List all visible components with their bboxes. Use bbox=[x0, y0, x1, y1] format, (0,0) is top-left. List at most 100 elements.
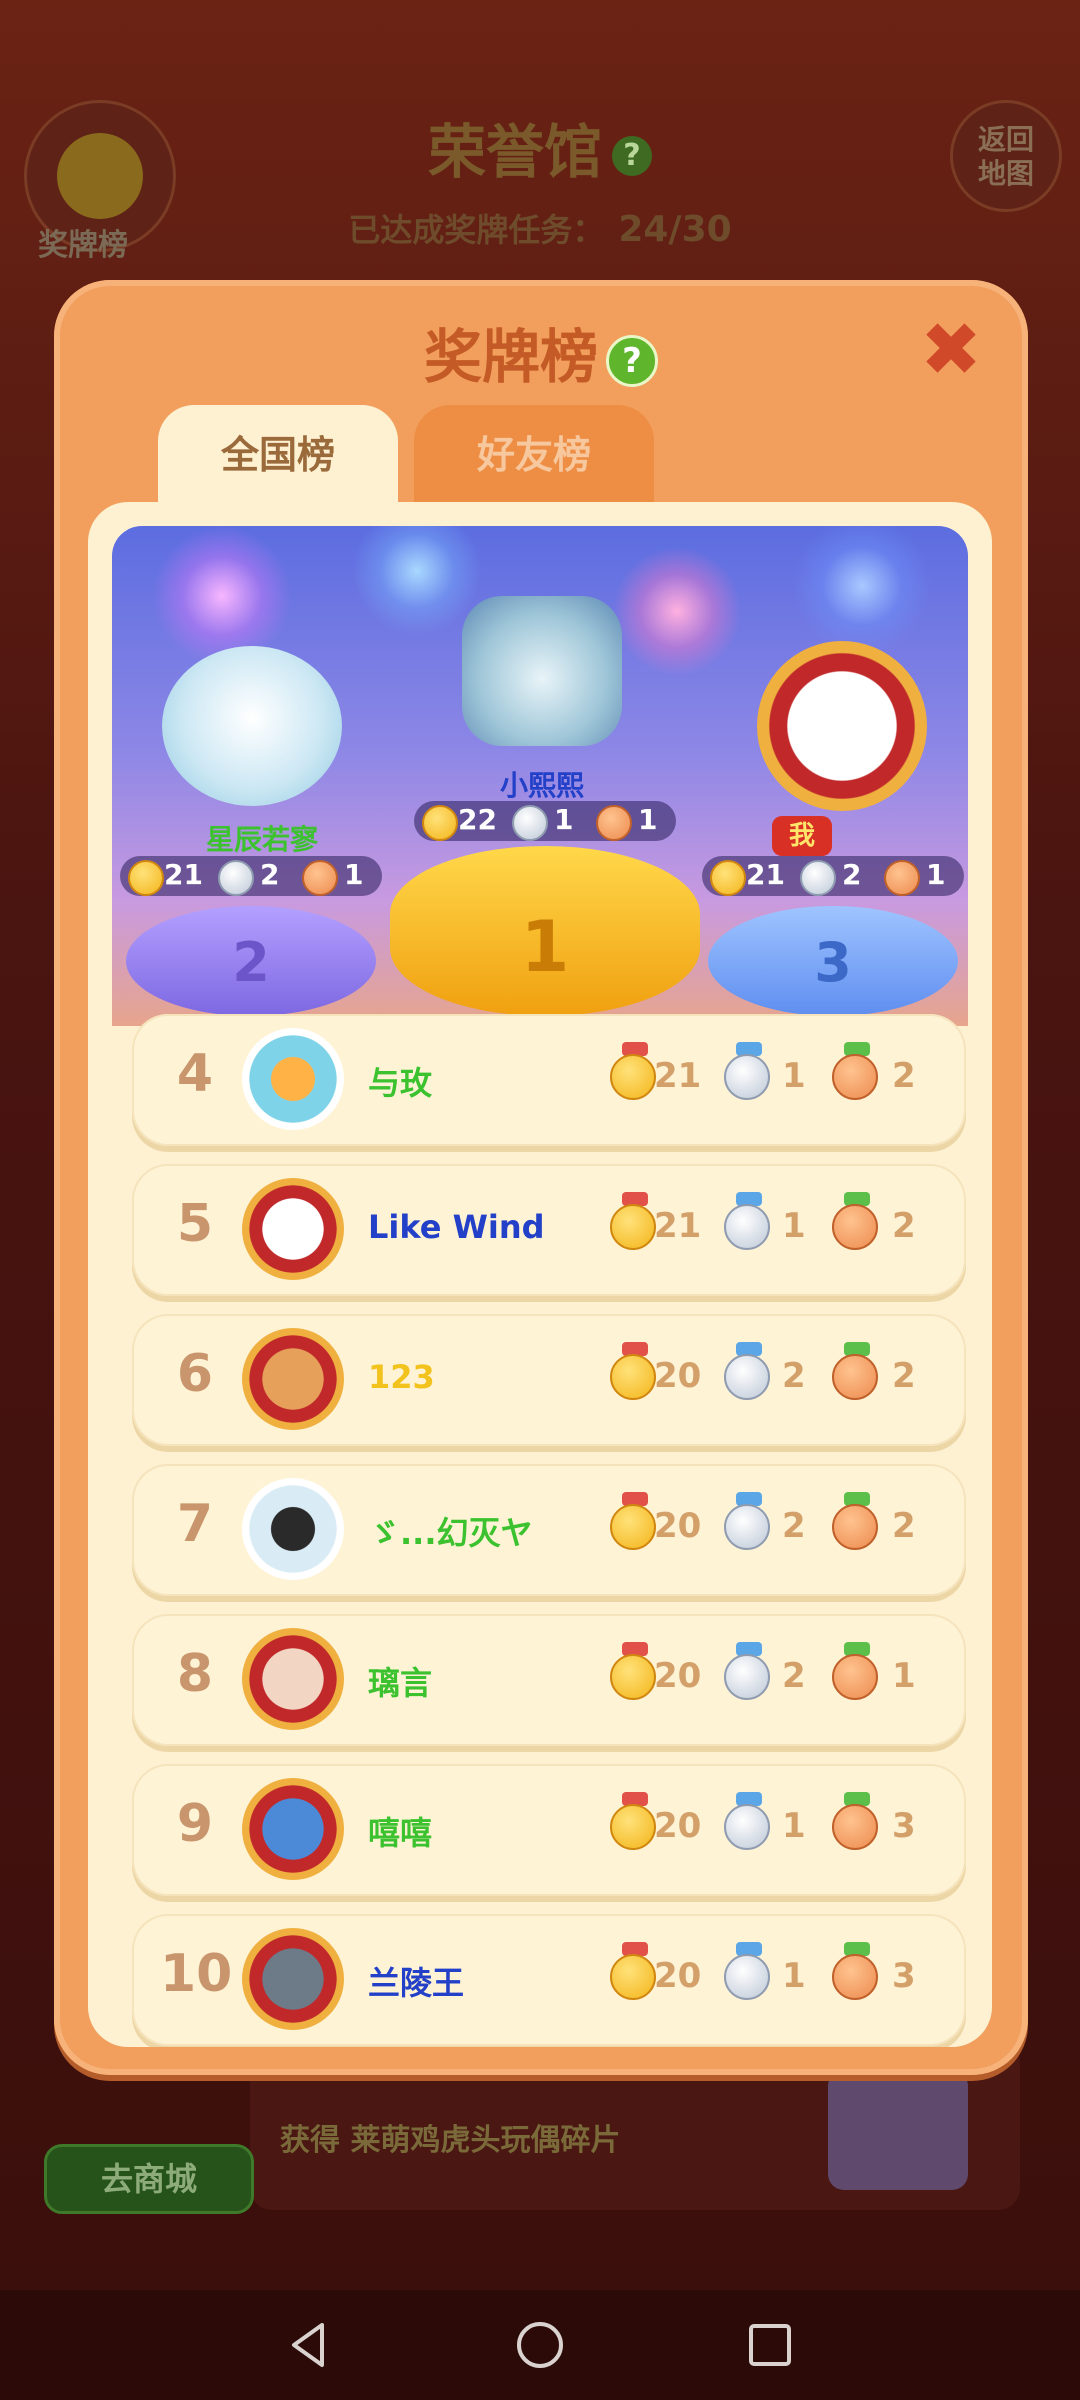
reward-text: 获得 莱萌鸡虎头玩偶碎片 bbox=[280, 2115, 620, 2159]
home-nav-icon[interactable] bbox=[510, 2315, 570, 2375]
progress-label: 已达成奖牌任务： bbox=[348, 211, 605, 249]
tab-friends[interactable]: 好友榜 bbox=[414, 405, 654, 505]
second-silver: 2 bbox=[260, 858, 280, 891]
gold-count: 20 bbox=[654, 1656, 702, 1696]
rank-number: 4 bbox=[176, 1044, 214, 1104]
rank-number: 10 bbox=[160, 1944, 233, 2004]
gold-medal-icon bbox=[128, 860, 164, 896]
player-name: 与玫 bbox=[368, 1064, 433, 1102]
firework-decoration bbox=[792, 526, 932, 656]
third-gold: 21 bbox=[746, 858, 785, 891]
player-avatar[interactable] bbox=[242, 1178, 344, 1280]
rank-number: 5 bbox=[176, 1194, 214, 1254]
player-avatar[interactable] bbox=[242, 1028, 344, 1130]
player-avatar[interactable] bbox=[242, 1928, 344, 2030]
first-medal-counts: 22 1 1 bbox=[414, 801, 676, 841]
back-to-map-button[interactable]: 返回 地图 bbox=[950, 100, 1062, 212]
leaderboard-panel: 星辰若寥 21 2 1 2 小熙熙 22 1 1 1 我 21 2 1 3 4 … bbox=[88, 502, 992, 2047]
podium: 星辰若寥 21 2 1 2 小熙熙 22 1 1 1 我 21 2 1 3 bbox=[112, 526, 968, 1026]
silver-medal-icon bbox=[800, 860, 836, 896]
player-avatar[interactable] bbox=[242, 1328, 344, 1430]
ranking-row[interactable]: 4 与玫 21 1 2 bbox=[132, 1014, 966, 1146]
second-name: 星辰若寥 bbox=[205, 823, 318, 856]
back-to-map-label-line1: 返回 bbox=[977, 123, 1034, 156]
avatar-third[interactable] bbox=[757, 641, 927, 811]
third-rank: 3 bbox=[814, 931, 852, 994]
ranking-row[interactable]: 6 123 20 2 2 bbox=[132, 1314, 966, 1446]
bronze-medal-icon bbox=[828, 1342, 886, 1408]
bronze-medal-icon bbox=[828, 1492, 886, 1558]
player-name: 兰陵王 bbox=[368, 1964, 465, 2002]
avatar-second[interactable] bbox=[162, 646, 342, 806]
player-name: Like Wind bbox=[368, 1208, 545, 1246]
recents-nav-icon[interactable] bbox=[740, 2315, 800, 2375]
player-avatar[interactable] bbox=[242, 1778, 344, 1880]
silver-count: 2 bbox=[782, 1656, 806, 1696]
player-name: ゞ...幻灭ヤ bbox=[368, 1514, 533, 1552]
go-to-shop-button[interactable]: 去商城 bbox=[44, 2144, 254, 2214]
silver-count: 2 bbox=[782, 1356, 806, 1396]
gold-medal-icon bbox=[422, 805, 458, 841]
tab-national[interactable]: 全国榜 bbox=[158, 405, 398, 505]
ranking-row[interactable]: 7 ゞ...幻灭ヤ 20 2 2 bbox=[132, 1464, 966, 1596]
second-medal-counts: 21 2 1 bbox=[120, 856, 382, 896]
bronze-medal-icon bbox=[596, 805, 632, 841]
avatar-first[interactable] bbox=[462, 596, 622, 746]
bronze-medal-icon bbox=[828, 1942, 886, 2008]
ranking-row[interactable]: 5 Like Wind 21 1 2 bbox=[132, 1164, 966, 1296]
silver-count: 1 bbox=[782, 1206, 806, 1246]
ranking-row[interactable]: 9 嘻嘻 20 1 3 bbox=[132, 1764, 966, 1896]
reward-item: 莱萌鸡虎头玩偶碎片 bbox=[350, 2123, 621, 2158]
silver-medal-icon bbox=[720, 1042, 778, 1108]
player-name: 璃言 bbox=[368, 1664, 433, 1702]
gold-count: 21 bbox=[654, 1056, 702, 1096]
firework-decoration bbox=[612, 546, 742, 676]
silver-count: 1 bbox=[782, 1806, 806, 1846]
second-gold: 21 bbox=[164, 858, 203, 891]
firework-decoration bbox=[152, 526, 292, 666]
player-avatar[interactable] bbox=[242, 1478, 344, 1580]
bronze-count: 3 bbox=[892, 1806, 916, 1846]
silver-medal-icon bbox=[720, 1792, 778, 1858]
help-icon[interactable]: ? bbox=[612, 135, 652, 176]
bronze-count: 1 bbox=[892, 1656, 916, 1696]
first-gold: 22 bbox=[458, 803, 497, 836]
silver-medal-icon bbox=[720, 1492, 778, 1558]
silver-count: 1 bbox=[782, 1056, 806, 1096]
gold-count: 20 bbox=[654, 1956, 702, 1996]
second-bronze: 1 bbox=[344, 858, 364, 891]
silver-medal-icon bbox=[512, 805, 548, 841]
first-silver: 1 bbox=[554, 803, 574, 836]
first-rank: 1 bbox=[520, 906, 570, 988]
close-icon[interactable]: ✖ bbox=[916, 313, 986, 387]
system-nav-bar bbox=[0, 2290, 1080, 2400]
bronze-medal-icon bbox=[828, 1192, 886, 1258]
bronze-medal-icon bbox=[828, 1042, 886, 1108]
third-medal-counts: 21 2 1 bbox=[702, 856, 964, 896]
bronze-count: 2 bbox=[892, 1506, 916, 1546]
puzzle-piece-icon bbox=[828, 2070, 968, 2190]
silver-count: 1 bbox=[782, 1956, 806, 1996]
bronze-medal-icon bbox=[828, 1792, 886, 1858]
gold-medal-icon bbox=[710, 860, 746, 896]
silver-medal-icon bbox=[720, 1342, 778, 1408]
bronze-count: 2 bbox=[892, 1356, 916, 1396]
help-icon[interactable]: ? bbox=[606, 334, 658, 387]
bronze-medal-icon bbox=[302, 860, 338, 896]
gold-count: 20 bbox=[654, 1356, 702, 1396]
ranking-row[interactable]: 10 兰陵王 20 1 3 bbox=[132, 1914, 966, 2046]
modal-title-text: 奖牌榜 bbox=[423, 323, 598, 391]
third-bronze: 1 bbox=[926, 858, 946, 891]
second-rank: 2 bbox=[232, 931, 270, 994]
gold-count: 20 bbox=[654, 1506, 702, 1546]
rank-number: 6 bbox=[176, 1344, 214, 1404]
page-title: 荣誉馆? bbox=[0, 105, 1080, 189]
back-nav-icon[interactable] bbox=[280, 2315, 340, 2375]
modal-title: 奖牌榜? bbox=[54, 310, 1028, 394]
player-avatar[interactable] bbox=[242, 1628, 344, 1730]
back-to-map-label-line2: 地图 bbox=[977, 157, 1034, 190]
bronze-medal-icon bbox=[884, 860, 920, 896]
third-silver: 2 bbox=[842, 858, 862, 891]
bronze-count: 2 bbox=[892, 1056, 916, 1096]
ranking-row[interactable]: 8 璃言 20 2 1 bbox=[132, 1614, 966, 1746]
